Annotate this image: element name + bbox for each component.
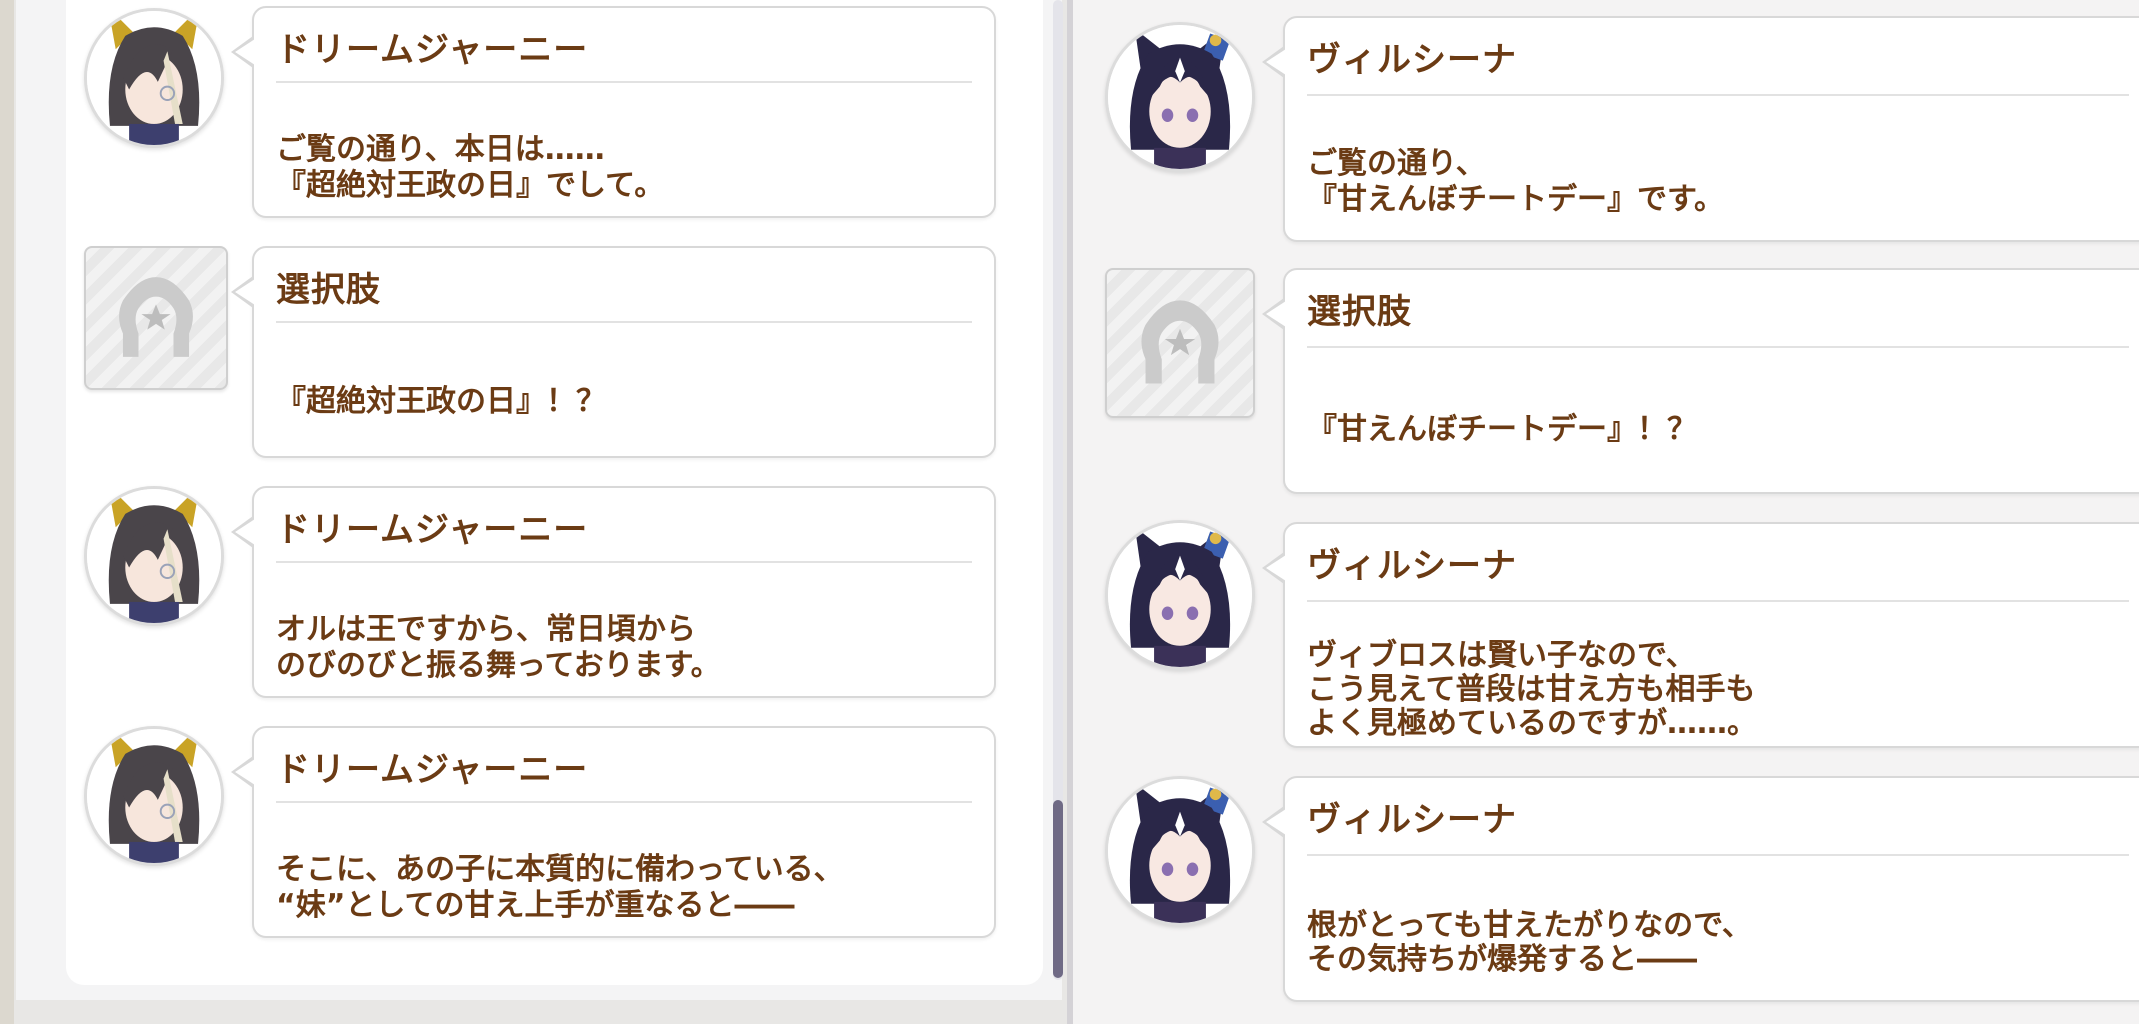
horseshoe-choice-icon bbox=[1105, 268, 1255, 418]
dream-journey-avatar-icon bbox=[84, 726, 224, 866]
horseshoe-choice-icon bbox=[84, 246, 228, 390]
dialogue-bubble[interactable]: ヴィルシーナ 根がとっても甘えたがりなので、 その気持ちが爆発すると―― bbox=[1262, 776, 2139, 1002]
dialogue-line: よく見極めているのですが……。 bbox=[1307, 706, 1757, 741]
choice-bubble[interactable]: 選択肢 『甘えんぼチートデー』！？ bbox=[1262, 268, 2139, 494]
verxina-avatar-icon bbox=[1105, 776, 1255, 926]
left-scrollbar-thumb[interactable] bbox=[1053, 800, 1063, 978]
speaker-divider bbox=[276, 81, 972, 83]
dialogue-line: のびのびと振る舞っております。 bbox=[276, 648, 721, 683]
dialogue-line: その気持ちが爆発すると―― bbox=[1307, 942, 1697, 977]
speaker-name: ヴィルシーナ bbox=[1307, 800, 1517, 840]
speaker-divider bbox=[1307, 854, 2129, 856]
dialogue-bubble[interactable]: ドリームジャーニー そこに、あの子に本質的に備わっている、 “妹”としての甘え上… bbox=[231, 726, 996, 938]
dialogue-bubble[interactable]: ヴィルシーナ ヴィブロスは賢い子なので、 こう見えて普段は甘え方も相手も よく見… bbox=[1262, 522, 2139, 748]
speaker-name: ヴィルシーナ bbox=[1307, 546, 1517, 586]
speaker-name: ドリームジャーニー bbox=[276, 510, 589, 550]
speaker-name: ドリームジャーニー bbox=[276, 30, 589, 70]
speaker-divider bbox=[1307, 94, 2129, 96]
dialogue-line: “妹”としての甘え上手が重なると―― bbox=[276, 888, 795, 923]
verxina-avatar-icon bbox=[1105, 22, 1255, 172]
speaker-divider bbox=[1307, 346, 2129, 348]
dialogue-bubble[interactable]: ドリームジャーニー オルは王ですから、常日頃から のびのびと振る舞っております。 bbox=[231, 486, 996, 698]
dialogue-bubble[interactable]: ドリームジャーニー ご覧の通り、本日は…… 『超絶対王政の日』でして。 bbox=[231, 6, 996, 218]
dialogue-line: 『甘えんぼチートデー』です。 bbox=[1307, 182, 1724, 217]
dialogue-line: 『超絶対王政の日』！？ bbox=[276, 384, 606, 419]
verxina-avatar-icon bbox=[1105, 520, 1255, 670]
speaker-divider bbox=[1307, 600, 2129, 602]
speaker-name: 選択肢 bbox=[1307, 292, 1412, 332]
speaker-name: ヴィルシーナ bbox=[1307, 40, 1517, 80]
dialogue-line: 『超絶対王政の日』でして。 bbox=[276, 168, 665, 203]
dialogue-bubble[interactable]: ヴィルシーナ ご覧の通り、 『甘えんぼチートデー』です。 bbox=[1262, 16, 2139, 242]
speaker-name: ドリームジャーニー bbox=[276, 750, 589, 790]
speaker-divider bbox=[276, 801, 972, 803]
speaker-divider bbox=[276, 321, 972, 323]
dream-journey-avatar-icon bbox=[84, 486, 224, 626]
speaker-name: 選択肢 bbox=[276, 270, 381, 310]
speaker-divider bbox=[276, 561, 972, 563]
dialogue-line: 『甘えんぼチートデー』！？ bbox=[1307, 412, 1697, 447]
choice-bubble[interactable]: 選択肢 『超絶対王政の日』！？ bbox=[231, 246, 996, 458]
dream-journey-avatar-icon bbox=[84, 8, 224, 148]
left-window-edge bbox=[0, 0, 14, 1024]
